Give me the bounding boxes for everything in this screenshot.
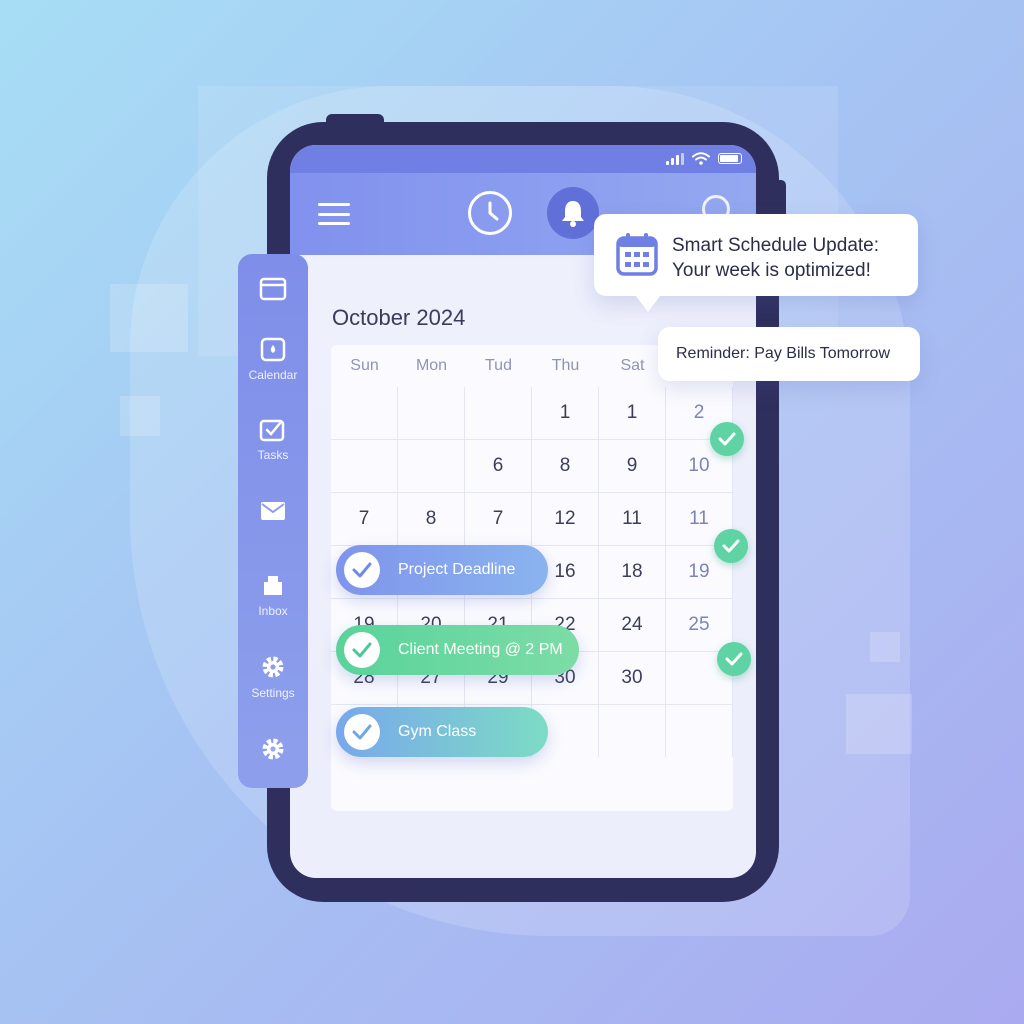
gear-icon	[262, 656, 284, 678]
day-cell[interactable]: 24	[599, 599, 666, 652]
day-cell[interactable]: 30	[599, 652, 666, 705]
sidebar-item-label: Settings	[251, 686, 295, 700]
day-cell[interactable]: 8	[532, 440, 599, 493]
sidebar-item-settings[interactable]: Settings	[238, 654, 308, 700]
day-cell[interactable]	[331, 387, 398, 440]
battery-icon	[718, 153, 742, 164]
reminder-toast[interactable]: Reminder: Pay Bills Tomorrow	[658, 327, 920, 381]
day-cell[interactable]	[398, 440, 465, 493]
background-square	[120, 396, 160, 436]
check-icon	[344, 552, 380, 588]
day-cell[interactable]: 1	[599, 387, 666, 440]
day-cell[interactable]: 18	[599, 546, 666, 599]
smart-schedule-notification[interactable]: Smart Schedule Update: Your week is opti…	[594, 214, 918, 312]
sidebar-item-gear[interactable]	[238, 736, 308, 762]
sidebar-item-inbox[interactable]: Inbox	[238, 572, 308, 618]
event-gym-class[interactable]: Gym Class	[336, 707, 548, 757]
event-label: Client Meeting @ 2 PM	[398, 641, 563, 658]
day-cell[interactable]	[398, 387, 465, 440]
day-cell[interactable]: 25	[666, 599, 733, 652]
menu-icon[interactable]	[318, 203, 350, 225]
sidebar-item-label: Tasks	[257, 448, 289, 462]
day-cell[interactable]	[599, 705, 666, 757]
weekday-label: Sun	[350, 357, 379, 374]
background-square	[846, 694, 912, 754]
event-client-meeting[interactable]: Client Meeting @ 2 PM	[336, 625, 579, 675]
event-project-deadline[interactable]: Project Deadline	[336, 545, 548, 595]
weekday-label: Sat	[620, 357, 645, 374]
sidebar: Calendar Tasks Inbox Settings	[238, 254, 308, 788]
calendar-icon	[616, 233, 658, 276]
calendar-icon	[260, 337, 286, 362]
check-icon	[344, 714, 380, 750]
check-badge-icon	[714, 529, 748, 563]
clock-icon[interactable]	[468, 191, 512, 235]
day-cell[interactable]: 9	[599, 440, 666, 493]
browser-icon	[259, 277, 287, 301]
inbox-icon	[264, 576, 282, 595]
sidebar-item-mail[interactable]	[238, 500, 308, 522]
sidebar-item-label: Calendar	[248, 368, 298, 382]
bell-icon	[562, 201, 584, 227]
day-cell[interactable]	[331, 440, 398, 493]
event-label: Project Deadline	[398, 561, 516, 578]
notification-body: Your week is optimized!	[672, 260, 871, 281]
day-cell[interactable]: 1	[532, 387, 599, 440]
check-icon	[344, 632, 380, 668]
background-square	[870, 632, 900, 662]
weekday-label: Mon	[415, 357, 448, 374]
sidebar-item-tasks[interactable]: Tasks	[238, 416, 308, 462]
notifications-button[interactable]	[547, 187, 599, 239]
month-title: October 2024	[332, 305, 466, 330]
day-cell[interactable]: 7	[331, 493, 398, 546]
mail-icon	[261, 502, 285, 520]
weekday-label: Thu	[551, 357, 580, 374]
wifi-icon	[692, 152, 710, 165]
status-bar	[290, 145, 756, 173]
day-cell[interactable]: 8	[398, 493, 465, 546]
background-square	[110, 284, 188, 352]
signal-icon	[666, 152, 684, 165]
day-cell[interactable]: 11	[599, 493, 666, 546]
sidebar-item-calendar[interactable]: Calendar	[238, 336, 308, 382]
tasks-icon	[259, 419, 285, 442]
day-cell[interactable]: 7	[465, 493, 532, 546]
day-cell[interactable]	[465, 387, 532, 440]
sidebar-item-label: Inbox	[258, 604, 288, 618]
day-cell[interactable]: 6	[465, 440, 532, 493]
event-label: Gym Class	[398, 723, 477, 740]
sidebar-item-browser[interactable]	[238, 276, 308, 302]
check-badge-icon	[717, 642, 751, 676]
notification-title: Smart Schedule Update:	[672, 235, 880, 256]
day-cell[interactable]	[666, 705, 733, 757]
gear-icon	[262, 738, 284, 760]
weekday-label: Tud	[485, 357, 512, 374]
day-cell[interactable]: 12	[532, 493, 599, 546]
check-badge-icon	[710, 422, 744, 456]
